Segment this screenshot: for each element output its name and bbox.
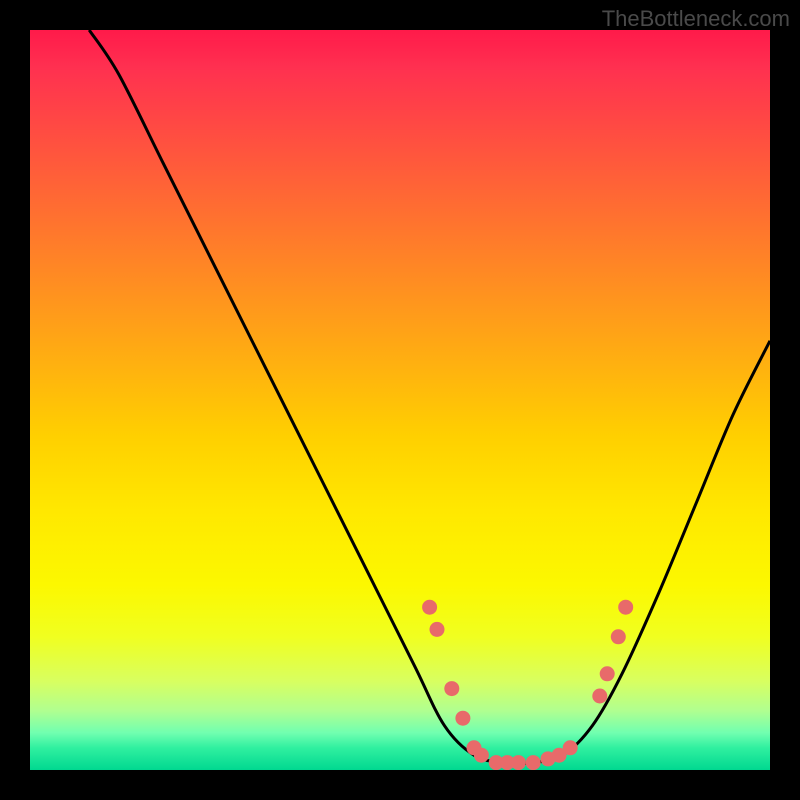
data-marker xyxy=(592,689,607,704)
data-marker xyxy=(618,600,633,615)
chart-container: TheBottleneck.com xyxy=(0,0,800,800)
data-marker xyxy=(611,629,626,644)
data-marker xyxy=(474,748,489,763)
watermark-text: TheBottleneck.com xyxy=(602,6,790,32)
data-marker xyxy=(600,666,615,681)
data-marker xyxy=(511,755,526,770)
data-marker xyxy=(444,681,459,696)
data-marker xyxy=(430,622,445,637)
curve-svg xyxy=(30,30,770,770)
bottleneck-curve xyxy=(89,30,770,764)
data-marker xyxy=(563,740,578,755)
plot-area xyxy=(30,30,770,770)
data-marker xyxy=(455,711,470,726)
data-markers xyxy=(422,600,633,770)
data-marker xyxy=(422,600,437,615)
data-marker xyxy=(526,755,541,770)
